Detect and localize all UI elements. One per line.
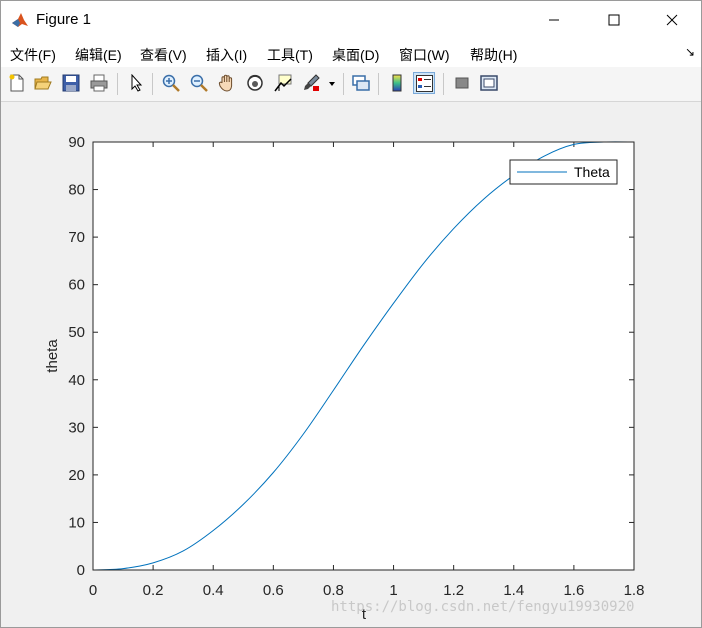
- legend-entry-theta: Theta: [574, 164, 610, 180]
- x-tick-label: 1.2: [443, 582, 464, 599]
- toolbar-separator: [443, 73, 444, 95]
- pan-hand-icon: [218, 74, 233, 92]
- colorbar-icon: [392, 74, 402, 92]
- toolbar-separator: [117, 73, 118, 95]
- title-bar: Figure 1: [1, 1, 701, 39]
- figure-toolbar: [1, 67, 701, 102]
- x-tick-label: 0.8: [323, 582, 344, 599]
- pointer-icon: [131, 74, 143, 92]
- menu-file[interactable]: 文件(F): [10, 45, 56, 65]
- matlab-logo-icon: [11, 11, 29, 29]
- plot-area[interactable]: 0 0.2 0.4 0.6 0.8 1 1.2 1.4 1.6 1.8 0 10 20 30 40 50 60 7…: [1, 102, 701, 627]
- minimize-icon: [549, 19, 559, 21]
- menu-tools[interactable]: 工具(T): [267, 45, 313, 65]
- chevron-down-icon: [329, 82, 335, 86]
- y-tick-label: 40: [68, 372, 85, 389]
- x-tick-label: 1.6: [563, 582, 584, 599]
- open-file-button[interactable]: [32, 72, 54, 94]
- new-figure-icon: [9, 74, 24, 92]
- show-plot-tools-button[interactable]: [478, 72, 500, 94]
- y-tick-label: 0: [77, 562, 85, 579]
- y-tick-label: 80: [68, 182, 85, 199]
- hide-plot-tools-icon: [455, 77, 469, 89]
- y-tick-label: 70: [68, 229, 85, 246]
- menu-insert[interactable]: 插入(I): [206, 45, 247, 65]
- open-file-icon: [34, 76, 52, 90]
- dock-arrow-icon[interactable]: ↘: [685, 45, 695, 59]
- zoom-out-button[interactable]: [188, 72, 210, 94]
- y-tick-label: 90: [68, 134, 85, 151]
- print-icon: [90, 74, 108, 92]
- new-figure-button[interactable]: [6, 72, 28, 94]
- pan-button[interactable]: [216, 72, 238, 94]
- y-tick-label: 30: [68, 419, 85, 436]
- hide-plot-tools-button[interactable]: [451, 72, 473, 94]
- legend-button[interactable]: [413, 72, 435, 94]
- x-tick-label: 1: [389, 582, 397, 599]
- pointer-button[interactable]: [125, 72, 147, 94]
- y-axis-label: theta: [44, 339, 61, 373]
- legend-icon: [416, 75, 433, 92]
- menu-desktop[interactable]: 桌面(D): [332, 45, 379, 65]
- rotate-3d-button[interactable]: [244, 72, 266, 94]
- figure-window: Figure 1 文件(F) 编辑(E) 查看(V) 插入(I) 工具(T) 桌…: [0, 0, 702, 628]
- zoom-in-icon: [162, 74, 180, 92]
- menu-edit[interactable]: 编辑(E): [75, 45, 122, 65]
- axes-background: [93, 142, 634, 570]
- y-tick-label: 60: [68, 277, 85, 294]
- show-plot-tools-icon: [480, 75, 498, 91]
- toolbar-separator: [152, 73, 153, 95]
- maximize-icon: [608, 14, 620, 26]
- x-tick-label: 1.4: [503, 582, 524, 599]
- menu-window[interactable]: 窗口(W): [399, 45, 450, 65]
- x-tick-label: 0: [89, 582, 97, 599]
- zoom-in-button[interactable]: [160, 72, 182, 94]
- save-icon: [62, 74, 80, 92]
- data-cursor-icon: [274, 74, 292, 92]
- link-plot-icon: [352, 75, 370, 91]
- maximize-button[interactable]: [591, 1, 637, 39]
- x-tick-label: 0.2: [143, 582, 164, 599]
- toolbar-separator: [343, 73, 344, 95]
- rotate-3d-icon: [247, 74, 263, 91]
- window-title: Figure 1: [36, 11, 92, 28]
- brush-icon: [304, 74, 320, 91]
- x-tick-label: 0.6: [263, 582, 284, 599]
- zoom-out-icon: [190, 74, 208, 92]
- menu-bar: 文件(F) 编辑(E) 查看(V) 插入(I) 工具(T) 桌面(D) 窗口(W…: [1, 39, 701, 67]
- minimize-button[interactable]: [531, 1, 577, 39]
- x-tick-label: 1.8: [624, 582, 645, 599]
- x-tick-label: 0.4: [203, 582, 224, 599]
- watermark: https://blog.csdn.net/fengyu19930920: [331, 599, 635, 615]
- print-button[interactable]: [88, 72, 110, 94]
- colorbar-button[interactable]: [386, 72, 408, 94]
- link-plot-button[interactable]: [350, 72, 372, 94]
- y-tick-label: 20: [68, 467, 85, 484]
- save-button[interactable]: [60, 72, 82, 94]
- menu-view[interactable]: 查看(V): [140, 45, 187, 65]
- close-button[interactable]: [649, 1, 695, 39]
- toolbar-separator: [378, 73, 379, 95]
- menu-help[interactable]: 帮助(H): [470, 45, 517, 65]
- brush-button[interactable]: [300, 72, 322, 94]
- data-cursor-button[interactable]: [272, 72, 294, 94]
- y-tick-label: 10: [68, 514, 85, 531]
- legend[interactable]: Theta: [509, 159, 618, 185]
- close-icon: [666, 14, 678, 26]
- y-tick-label: 50: [68, 324, 85, 341]
- brush-dropdown-button[interactable]: [326, 72, 338, 94]
